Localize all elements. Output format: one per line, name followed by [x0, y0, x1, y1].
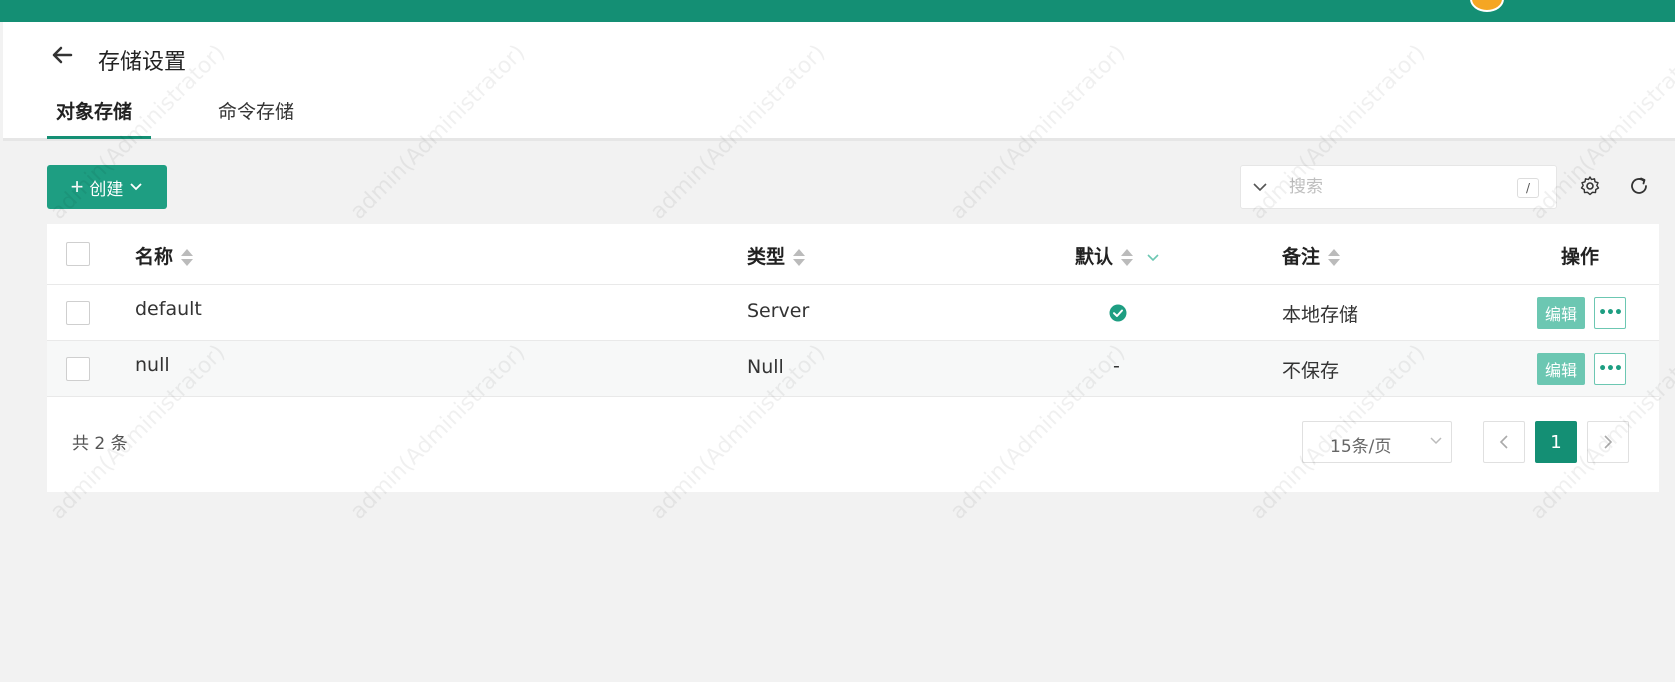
edit-button[interactable]: 编辑	[1537, 297, 1585, 329]
back-arrow-icon[interactable]	[47, 40, 77, 70]
column-header-remark[interactable]: 备注	[1282, 242, 1341, 269]
cell-default: -	[1113, 355, 1120, 377]
storage-table-card: 名称 类型 默认 备注 操作 default Server 本地存储 编辑 ••…	[47, 224, 1659, 492]
column-header-name[interactable]: 名称	[135, 242, 194, 269]
page-header: 存储设置 对象存储 命令存储	[3, 22, 1675, 141]
cell-name[interactable]: default	[135, 298, 202, 320]
top-navbar	[0, 0, 1675, 22]
cell-name[interactable]: null	[135, 354, 170, 376]
column-header-type[interactable]: 类型	[747, 242, 806, 269]
search-box[interactable]: /	[1240, 165, 1557, 209]
column-header-default[interactable]: 默认	[1075, 242, 1160, 269]
search-filter-chevron-icon[interactable]	[1251, 178, 1269, 196]
table-row: null Null - 不保存 编辑 •••	[47, 341, 1659, 397]
search-input[interactable]	[1289, 174, 1499, 200]
page-size-select[interactable]: 15条/页	[1302, 421, 1452, 463]
row-checkbox[interactable]	[66, 301, 90, 325]
table-row: default Server 本地存储 编辑 •••	[47, 285, 1659, 341]
page-button-current[interactable]: 1	[1535, 421, 1577, 463]
gear-icon[interactable]	[1578, 174, 1602, 198]
table-header-row: 名称 类型 默认 备注 操作	[47, 224, 1659, 285]
chevron-down-icon	[1430, 437, 1442, 445]
select-all-checkbox[interactable]	[66, 242, 90, 266]
sort-icon[interactable]	[1121, 248, 1134, 267]
tab-object-storage[interactable]: 对象存储	[56, 97, 132, 124]
refresh-icon[interactable]	[1627, 174, 1651, 198]
cell-type: Null	[747, 356, 784, 378]
more-actions-button[interactable]: •••	[1594, 297, 1626, 329]
chevron-down-icon	[130, 183, 143, 191]
chevron-right-icon	[1604, 435, 1613, 449]
search-shortcut-hint: /	[1517, 178, 1539, 198]
plus-icon: +	[70, 174, 84, 199]
chevron-left-icon	[1499, 435, 1508, 449]
sort-icon[interactable]	[793, 248, 806, 267]
page-size-value: 15条/页	[1330, 437, 1392, 457]
active-tab-indicator	[47, 136, 151, 139]
create-button-label: 创建	[89, 179, 124, 199]
column-header-actions: 操作	[1561, 246, 1600, 268]
cell-remark: 本地存储	[1282, 304, 1359, 326]
prev-page-button[interactable]	[1483, 421, 1525, 463]
filter-chevron-icon[interactable]	[1146, 253, 1160, 263]
tab-command-storage[interactable]: 命令存储	[218, 97, 294, 124]
sort-icon[interactable]	[181, 248, 194, 267]
cell-type: Server	[747, 300, 810, 322]
page-title: 存储设置	[98, 50, 187, 75]
total-count: 共 2 条	[72, 434, 128, 454]
cell-remark: 不保存	[1282, 360, 1340, 382]
edit-button[interactable]: 编辑	[1537, 353, 1585, 385]
row-checkbox[interactable]	[66, 357, 90, 381]
more-actions-button[interactable]: •••	[1594, 353, 1626, 385]
next-page-button[interactable]	[1587, 421, 1629, 463]
create-button[interactable]: + 创建	[47, 165, 167, 209]
check-circle-icon	[1109, 304, 1127, 322]
sort-icon[interactable]	[1328, 248, 1341, 267]
